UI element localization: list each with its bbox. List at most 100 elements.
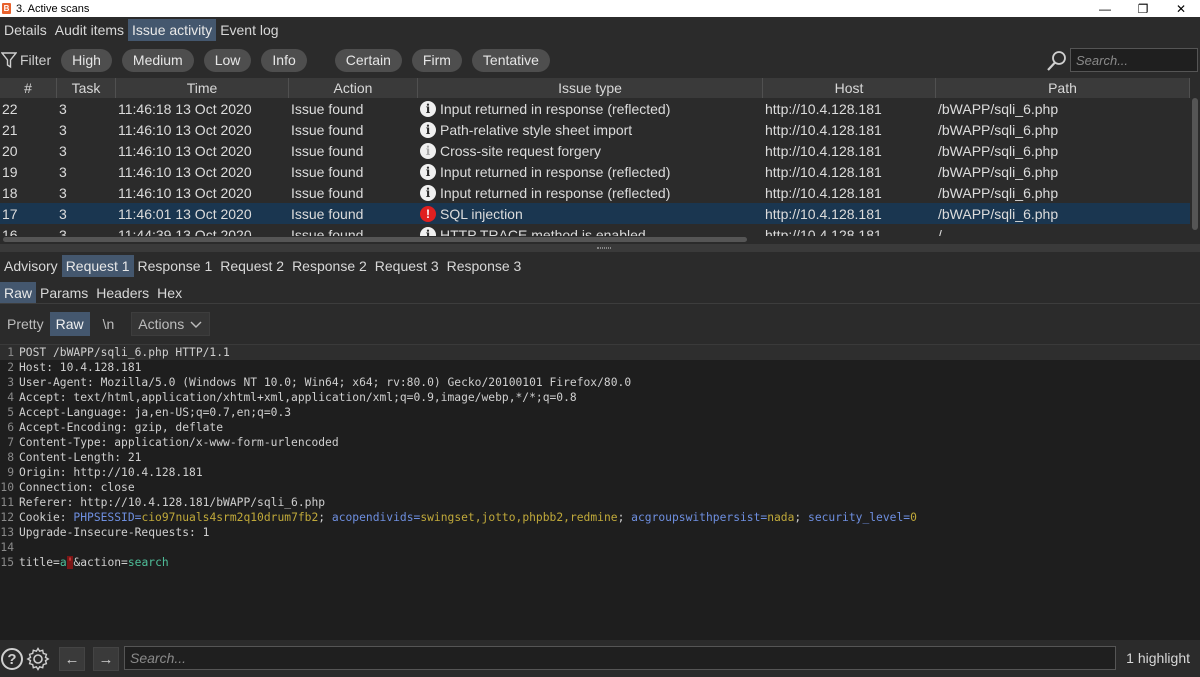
burp-active-scan-window: B 3. Active scans — ❐ ✕ Details Audit ite… bbox=[0, 0, 1200, 677]
column-header-host[interactable]: Host bbox=[763, 78, 936, 98]
table-horizontal-scrollbar[interactable] bbox=[0, 236, 1200, 244]
host-cell: http://10.4.128.181 bbox=[765, 142, 882, 159]
detail-tab-bar: Advisory Request 1 Response 1 Request 2 Resp… bbox=[0, 255, 1200, 277]
request-line: 3 User-Agent: Mozilla/5.0 (Windows NT 10.… bbox=[0, 375, 1200, 390]
table-row[interactable]: 18 3 11:46:10 13 Oct 2020 Issue found i Input… bbox=[0, 182, 1190, 203]
line-number: 12 bbox=[0, 511, 14, 524]
pretty-button[interactable]: Pretty bbox=[1, 312, 50, 336]
table-row[interactable]: 16 3 11:44:39 13 Oct 2020 Issue found i HTTP … bbox=[0, 224, 1190, 236]
info-icon: i bbox=[420, 184, 436, 201]
minimize-button[interactable]: — bbox=[1086, 0, 1124, 17]
subtab-headers[interactable]: Headers bbox=[92, 282, 153, 303]
filter-tentative-button[interactable]: Tentative bbox=[471, 48, 550, 72]
task-cell: 3 bbox=[59, 226, 67, 237]
highlight-count: 1 highlight bbox=[1126, 650, 1190, 666]
pane-splitter[interactable] bbox=[0, 244, 1200, 252]
issue-type-label: HTTP TRACE method is enabled bbox=[440, 226, 646, 237]
raw-request-editor[interactable]: 1 POST /bWAPP/sqli_6.php HTTP/1.1 2 Host: 1… bbox=[0, 344, 1200, 640]
row-number: 20 bbox=[2, 142, 18, 159]
action-cell: Issue found bbox=[291, 100, 364, 117]
action-cell: Issue found bbox=[291, 142, 364, 159]
filter-firm-button[interactable]: Firm bbox=[411, 48, 462, 72]
line-text: Accept-Encoding: gzip, deflate bbox=[19, 421, 224, 434]
filter-high-button[interactable]: High bbox=[61, 48, 112, 72]
issue-search-input[interactable]: Search... bbox=[1070, 48, 1198, 72]
line-number: 3 bbox=[7, 376, 14, 389]
subtab-params[interactable]: Params bbox=[36, 282, 92, 303]
action-cell: Issue found bbox=[291, 205, 364, 222]
request-line: 9 Origin: http://10.4.128.181 bbox=[0, 465, 1200, 480]
table-row[interactable]: 22 3 11:46:18 13 Oct 2020 Issue found i Input… bbox=[0, 98, 1190, 119]
issue-type-label: Input returned in response (reflected) bbox=[440, 163, 671, 180]
tab-audit-items[interactable]: Audit items bbox=[51, 19, 128, 41]
subtab-raw[interactable]: Raw bbox=[0, 282, 37, 303]
path-cell: /bWAPP/sqli_6.php bbox=[938, 121, 1059, 138]
tab-response-1[interactable]: Response 1 bbox=[134, 255, 217, 277]
request-search-input[interactable]: Search... bbox=[124, 646, 1116, 670]
filter-label: Filter bbox=[20, 52, 52, 68]
tab-response-3[interactable]: Response 3 bbox=[443, 255, 526, 277]
table-row[interactable]: 17 3 11:46:01 13 Oct 2020 Issue found! SQL i… bbox=[0, 203, 1190, 224]
action-cell: Issue found bbox=[291, 226, 364, 237]
row-number: 17 bbox=[2, 205, 18, 222]
table-row[interactable]: 20 3 11:46:10 13 Oct 2020 Issue found i Cross… bbox=[0, 140, 1190, 161]
previous-match-button[interactable]: ← bbox=[59, 647, 85, 671]
tab-advisory[interactable]: Advisory bbox=[0, 255, 62, 277]
request-line: 11 Referer: http://10.4.128.181/bWAPP/sql… bbox=[0, 495, 1200, 510]
gear-icon[interactable] bbox=[26, 647, 50, 671]
host-cell: http://10.4.128.181 bbox=[765, 121, 882, 138]
tab-issue-activity[interactable]: Issue activity bbox=[128, 19, 217, 41]
time-cell: 11:46:10 13 Oct 2020 bbox=[118, 142, 252, 159]
filter-low-button[interactable]: Low bbox=[203, 48, 252, 72]
tab-response-2[interactable]: Response 2 bbox=[288, 255, 371, 277]
close-button[interactable]: ✕ bbox=[1162, 0, 1200, 17]
next-match-button[interactable]: → bbox=[93, 647, 119, 671]
column-header-action[interactable]: Action bbox=[289, 78, 418, 98]
request-line: 15 title=a'&action=search bbox=[0, 555, 1200, 570]
title-bar: B 3. Active scans — ❐ ✕ bbox=[0, 0, 1200, 17]
action-cell: Issue found bbox=[291, 163, 364, 180]
restore-button[interactable]: ❐ bbox=[1124, 0, 1162, 17]
line-number: 13 bbox=[0, 526, 14, 539]
raw-button[interactable]: Raw bbox=[49, 312, 90, 336]
help-icon[interactable]: ? bbox=[1, 648, 23, 670]
task-cell: 3 bbox=[59, 205, 67, 222]
tab-details[interactable]: Details bbox=[0, 19, 51, 41]
table-row[interactable]: 21 3 11:46:10 13 Oct 2020 Issue found i Path-… bbox=[0, 119, 1190, 140]
line-text bbox=[16, 540, 19, 555]
tab-request-1[interactable]: Request 1 bbox=[61, 255, 134, 277]
task-cell: 3 bbox=[59, 100, 67, 117]
line-number: 4 bbox=[7, 391, 14, 404]
column-header-issue-type[interactable]: Issue type bbox=[418, 78, 763, 98]
filter-icon[interactable] bbox=[1, 51, 17, 69]
line-text: Origin: http://10.4.128.181 bbox=[19, 466, 203, 479]
actions-label: Actions bbox=[138, 316, 185, 332]
column-header-task[interactable]: Task bbox=[57, 78, 116, 98]
row-number: 18 bbox=[2, 184, 18, 201]
line-number: 9 bbox=[7, 466, 14, 479]
newline-toggle[interactable]: \n bbox=[94, 312, 124, 336]
tab-event-log[interactable]: Event log bbox=[216, 19, 282, 41]
row-number: 21 bbox=[2, 121, 18, 138]
actions-dropdown[interactable]: Actions bbox=[131, 312, 211, 336]
column-header-path[interactable]: Path bbox=[936, 78, 1190, 98]
time-cell: 11:46:10 13 Oct 2020 bbox=[118, 163, 252, 180]
table-vertical-scrollbar[interactable] bbox=[1190, 98, 1200, 236]
line-text: Cookie: PHPSESSID=cio97nuals4srm2q10drum… bbox=[19, 511, 917, 524]
subtab-hex[interactable]: Hex bbox=[153, 282, 186, 303]
tab-request-3[interactable]: Request 3 bbox=[371, 255, 443, 277]
filter-info-button[interactable]: Info bbox=[261, 48, 307, 72]
line-number: 5 bbox=[7, 406, 14, 419]
table-row[interactable]: 19 3 11:46:10 13 Oct 2020 Issue found i Input… bbox=[0, 161, 1190, 182]
line-number: 10 bbox=[0, 481, 14, 494]
burp-icon: B bbox=[2, 3, 11, 14]
tab-request-2[interactable]: Request 2 bbox=[216, 255, 288, 277]
column-header-time[interactable]: Time bbox=[116, 78, 289, 98]
issue-type-label: SQL injection bbox=[440, 205, 523, 222]
filter-certain-button[interactable]: Certain bbox=[334, 48, 402, 72]
column-header-number[interactable]: # bbox=[0, 78, 57, 98]
issue-type-cell: i Path-relative style sheet import bbox=[418, 119, 763, 140]
task-cell: 3 bbox=[59, 121, 67, 138]
filter-medium-button[interactable]: Medium bbox=[121, 48, 194, 72]
line-number: 1 bbox=[7, 346, 14, 359]
